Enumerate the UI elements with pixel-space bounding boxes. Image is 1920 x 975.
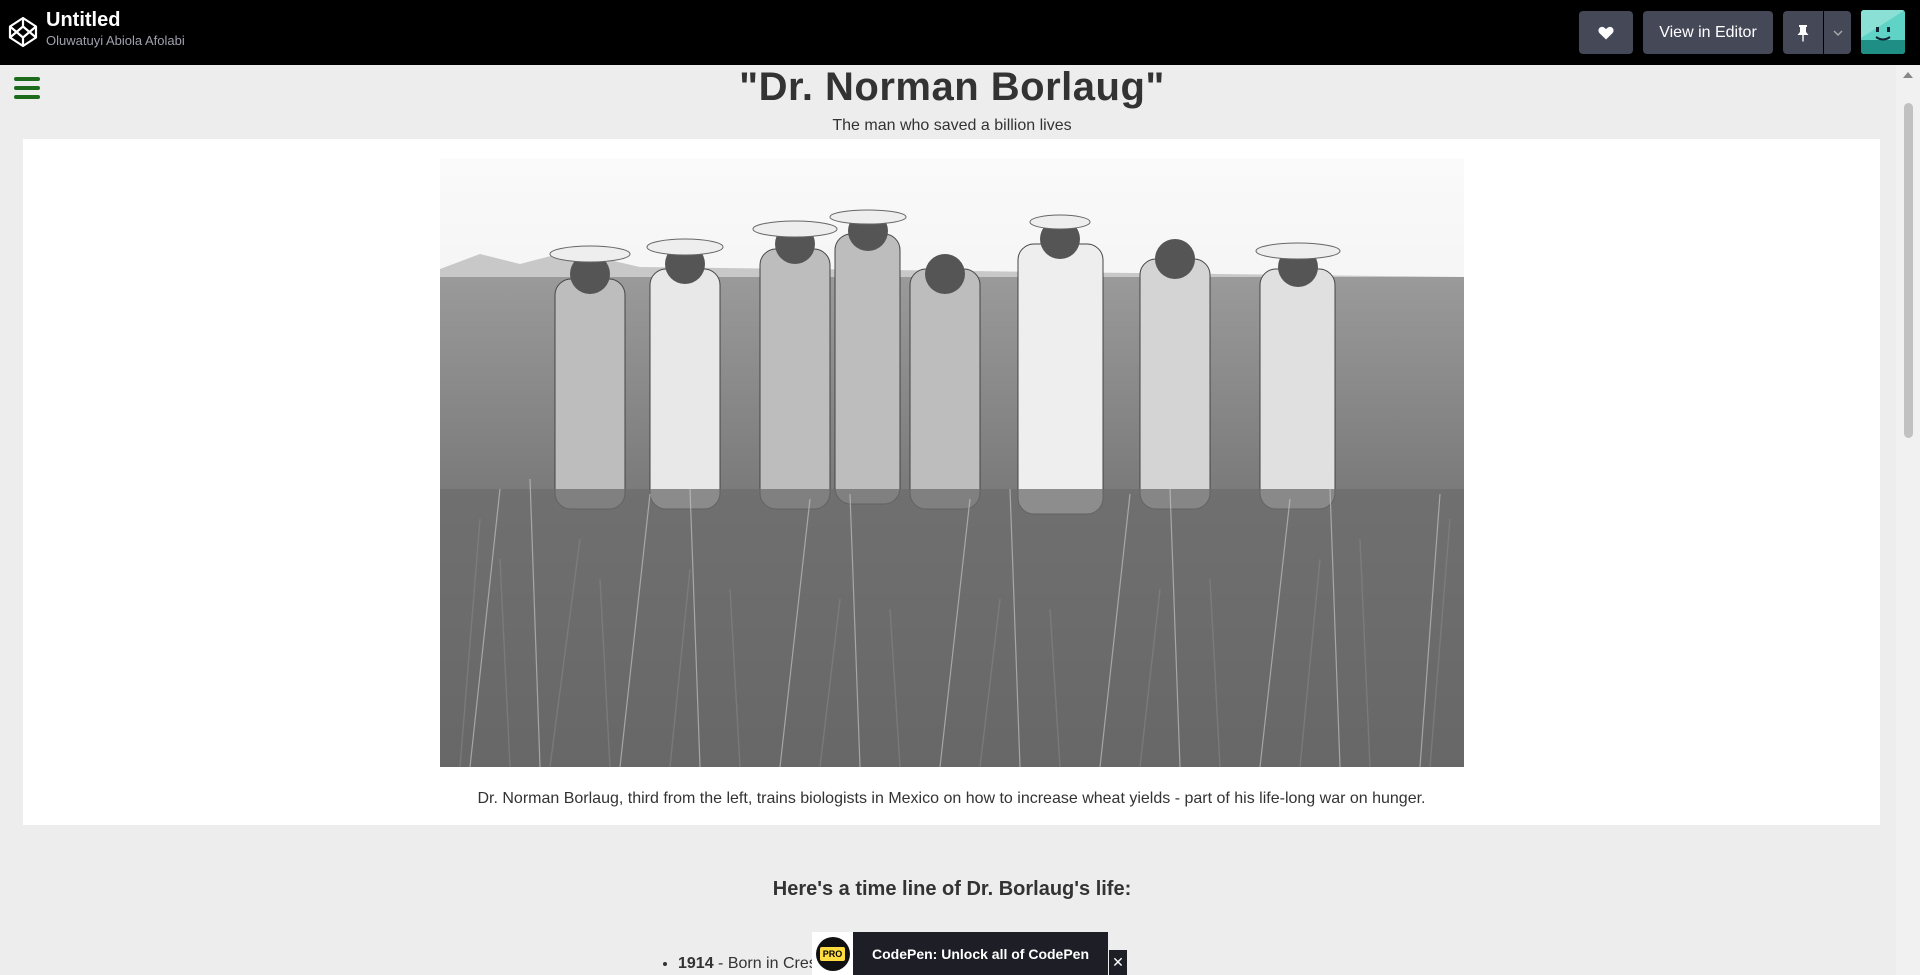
pro-badge: PRO — [812, 932, 853, 975]
preview-frame: "Dr. Norman Borlaug" The man who saved a… — [8, 65, 1896, 975]
timeline-text: - Born in Cres — [713, 955, 817, 972]
codepen-header: Untitled Oluwatuyi Abiola Afolabi View i… — [0, 0, 1920, 65]
view-in-editor-button[interactable]: View in Editor — [1643, 11, 1773, 54]
pin-menu-button[interactable] — [1824, 11, 1851, 54]
pen-title-block: Untitled Oluwatuyi Abiola Afolabi — [46, 8, 185, 49]
timeline-year: 1914 — [678, 955, 714, 972]
borlaug-photo — [440, 159, 1464, 767]
avatar-face-icon — [1861, 10, 1905, 54]
heart-button[interactable] — [1579, 11, 1633, 54]
codepen-logo-icon[interactable] — [8, 15, 38, 49]
pin-icon — [1797, 24, 1809, 42]
pin-button[interactable] — [1783, 11, 1823, 54]
heart-icon — [1598, 26, 1614, 39]
codepen-pro-promo[interactable]: PRO CodePen: Unlock all of CodePen — [812, 932, 1108, 975]
page-title: "Dr. Norman Borlaug" — [739, 65, 1165, 109]
wheat-field-photo-illustration — [440, 159, 1464, 767]
promo-text[interactable]: CodePen: Unlock all of CodePen — [853, 932, 1108, 975]
scrollbar-thumb[interactable] — [1904, 103, 1913, 438]
close-icon[interactable]: ✕ — [1109, 950, 1127, 975]
pen-author[interactable]: Oluwatuyi Abiola Afolabi — [46, 32, 185, 49]
image-container: Dr. Norman Borlaug, third from the left,… — [23, 139, 1880, 825]
image-caption: Dr. Norman Borlaug, third from the left,… — [477, 790, 1426, 807]
page-subtitle: The man who saved a billion lives — [832, 117, 1072, 134]
user-avatar[interactable] — [1861, 10, 1905, 54]
chevron-down-icon — [1833, 30, 1842, 36]
pen-title[interactable]: Untitled — [46, 8, 185, 32]
scroll-up-arrow-icon[interactable] — [1903, 72, 1913, 78]
vertical-scrollbar[interactable] — [1896, 65, 1920, 975]
timeline-item: 1914 - Born in Cres — [678, 955, 817, 973]
timeline-list: 1914 - Born in Cres — [678, 955, 817, 973]
pro-badge-label: PRO — [819, 946, 846, 961]
timeline-heading: Here's a time line of Dr. Borlaug's life… — [772, 878, 1132, 900]
